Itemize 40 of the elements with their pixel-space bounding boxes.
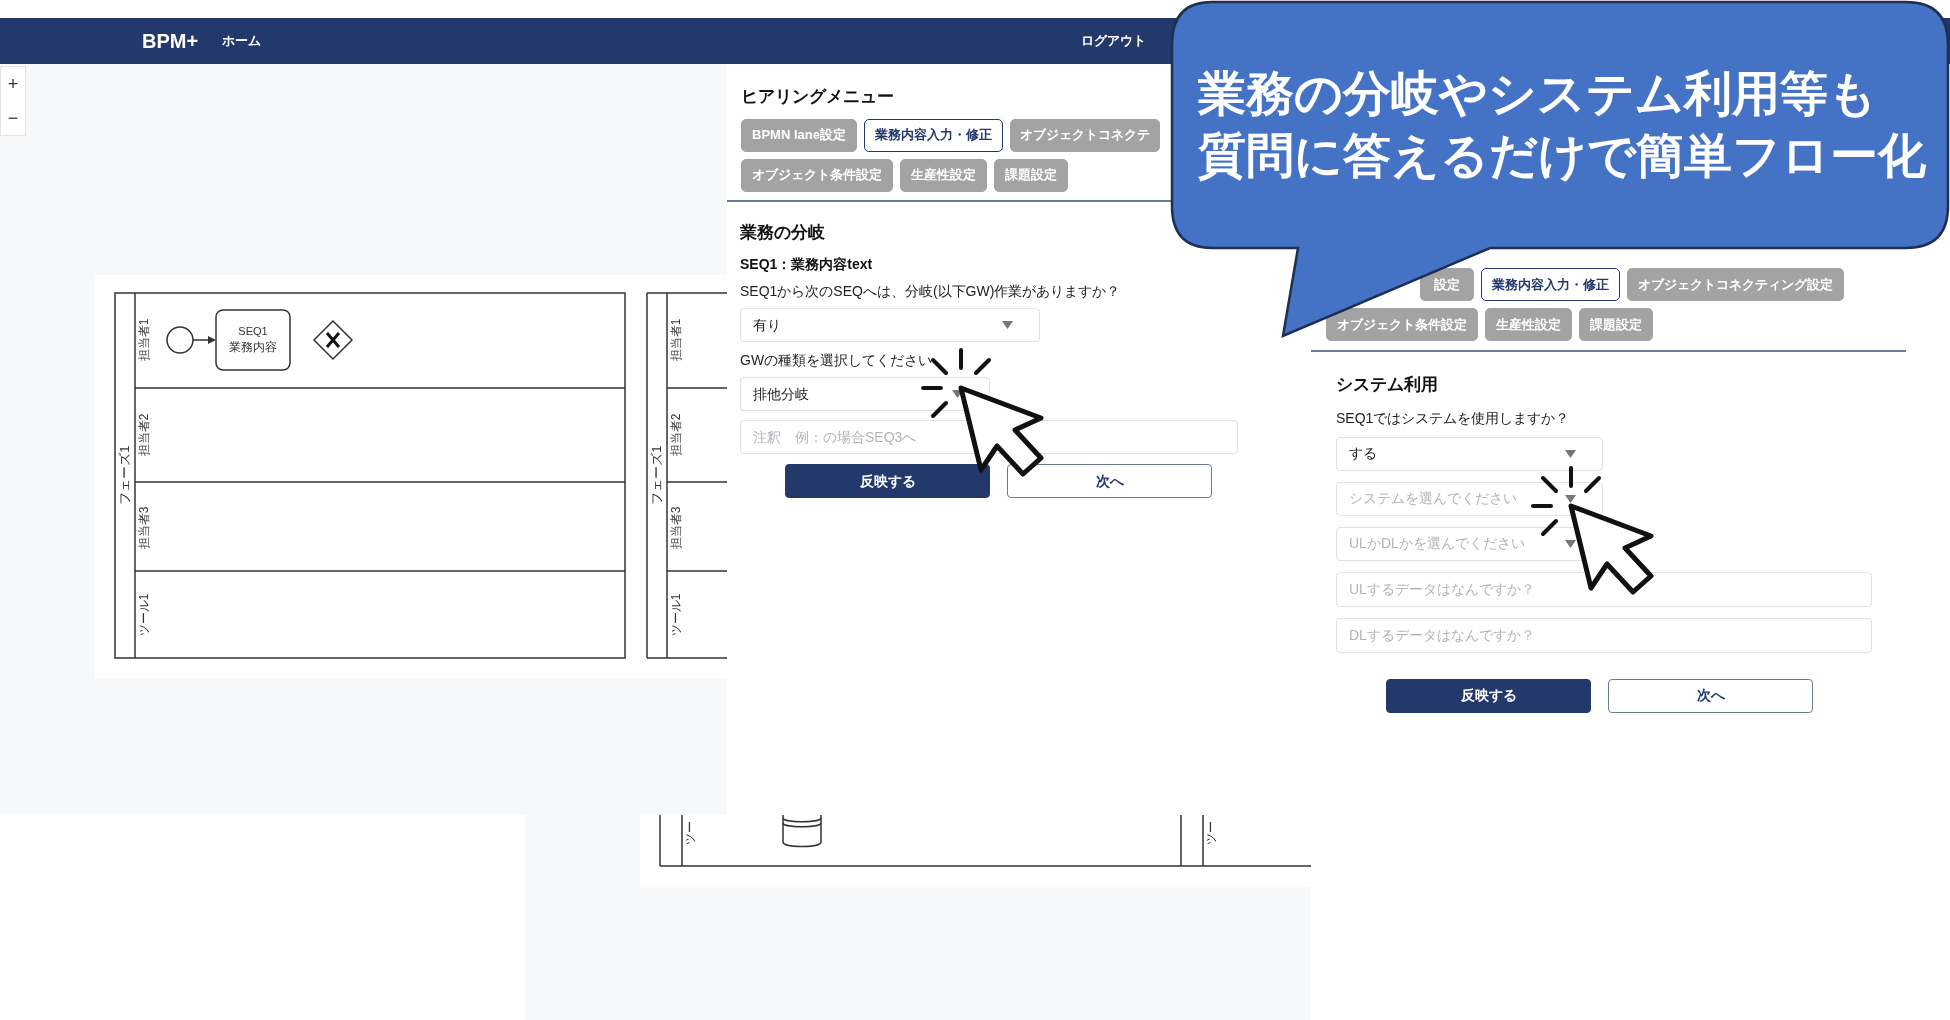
lane-label: 担当者3 bbox=[669, 506, 683, 550]
lane-label: ツー bbox=[683, 821, 697, 845]
note-field[interactable]: 注釈 例：の場合SEQ3へ bbox=[740, 420, 1238, 454]
next-button[interactable]: 次へ bbox=[1608, 678, 1813, 713]
task-label: SEQ1 bbox=[238, 325, 268, 337]
lane-label: 担当者2 bbox=[137, 413, 151, 457]
text-field[interactable]: DLするデータはなんですか？ bbox=[1336, 617, 1872, 653]
section-title: システム利用 bbox=[1336, 374, 1439, 396]
section-title: 業務の分岐 bbox=[740, 221, 826, 244]
text-field[interactable]: ULするデータはなんですか？ bbox=[1336, 571, 1872, 607]
lane-label: ツール1 bbox=[137, 593, 151, 637]
lane-label: ツール1 bbox=[669, 593, 683, 637]
select-field[interactable]: 排他分岐 bbox=[740, 377, 990, 411]
brand-logo: BPM+ bbox=[142, 29, 199, 54]
zoom-in-button[interactable]: + bbox=[1, 67, 25, 101]
apply-button[interactable]: 反映する bbox=[785, 464, 990, 498]
select-field[interactable]: 有り bbox=[740, 308, 1040, 342]
menu-tab[interactable]: 業務内容入力・修正 bbox=[1481, 268, 1620, 301]
task-label: 業務内容 bbox=[229, 340, 277, 354]
logout-link[interactable]: ログアウト bbox=[1081, 31, 1147, 51]
callout-text: 質問に答えるだけで簡単フロー化 bbox=[1198, 126, 1926, 185]
lane-label: 担当者1 bbox=[669, 318, 683, 362]
select-field[interactable]: する bbox=[1336, 436, 1603, 471]
lane-label: フェーズ1 bbox=[649, 445, 664, 505]
lane-label: 担当者2 bbox=[669, 413, 683, 457]
question-text: SEQ1ではシステムを使用しますか？ bbox=[1336, 408, 1571, 428]
lane-label: 担当者1 bbox=[137, 318, 151, 362]
panel-title: ヒアリングメニュー bbox=[741, 86, 894, 108]
lane-label: 担当者3 bbox=[137, 506, 151, 550]
zoom-out-button[interactable]: − bbox=[1, 101, 25, 135]
lane-label: フェーズ1 bbox=[117, 445, 132, 505]
home-link[interactable]: ホーム bbox=[222, 31, 262, 51]
callout-text: 業務の分岐やシステム利用等も bbox=[1198, 64, 1878, 123]
lane-label: ツー bbox=[1204, 821, 1218, 845]
gateway-type-label: GWの種類を選択してください bbox=[740, 351, 934, 370]
next-button[interactable]: 次へ bbox=[1007, 464, 1212, 498]
seq-label: SEQ1：業務内容text bbox=[740, 255, 874, 274]
question-text: SEQ1から次のSEQへは、分岐(以下GW)作業がありますか？ bbox=[740, 282, 1122, 301]
apply-button[interactable]: 反映する bbox=[1386, 678, 1591, 713]
menu-tab[interactable]: 業務内容入力・修正 bbox=[863, 118, 1003, 152]
